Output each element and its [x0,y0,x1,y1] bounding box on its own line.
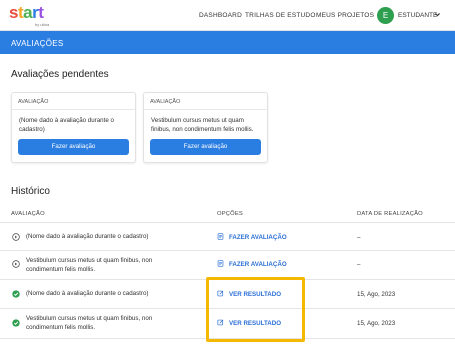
assessment-name: (Nome dado à avaliação durante o cadastr… [26,290,149,297]
nav-trilhas-de-estudo[interactable]: TRILHAS DE ESTUDO [245,12,316,19]
top-navbar: start by ulbra DASHBOARD TRILHAS DE ESTU… [0,0,455,31]
chevron-down-icon[interactable] [434,11,441,18]
divider [0,308,455,309]
pending-status-icon [12,233,20,241]
assessment-name: Vestibulum cursus metus ut quam finibus,… [26,315,153,331]
start-logo[interactable]: start [9,3,44,22]
column-header-opcoes: OPÇÕES [217,211,244,217]
avatar[interactable]: E [377,7,394,24]
card-header: AVALIAÇÃO [12,93,135,110]
ver-resultado-link[interactable]: VER RESULTADO [229,291,281,298]
pending-status-icon [12,260,20,268]
document-icon[interactable] [217,260,224,267]
user-menu-label[interactable]: ESTUDANTE [398,12,437,19]
edit-document-icon[interactable] [217,290,224,297]
pending-card: AVALIAÇÃO (Nome dado à avaliação durante… [11,92,136,163]
edit-document-icon[interactable] [217,319,224,326]
divider [0,338,455,339]
logo-subtitle: by ulbra [35,22,50,27]
assessment-name: (Nome dado à avaliação durante o cadastr… [26,233,149,240]
page-title: AVALIAÇÕES [11,39,64,48]
divider [0,250,455,251]
assessment-name: Vestibulum cursus metus ut quam finibus,… [26,257,153,273]
completion-date: 15, Ago, 2023 [357,320,396,327]
check-circle-icon [12,290,20,298]
completion-date: – [357,261,361,268]
logo-letter: t [38,3,44,22]
nav-meus-projetos[interactable]: MEUS PROJETOS [316,12,374,19]
pending-card: AVALIAÇÃO Vestibulum cursus metus ut qua… [143,92,268,163]
fazer-avaliacao-button[interactable]: Fazer avaliação [150,139,261,155]
card-assessment-name: Vestibulum cursus metus ut quam finibus,… [151,117,254,133]
column-header-avaliacao: AVALIAÇÃO [11,211,45,217]
card-assessment-name: (Nome dado à avaliação durante o cadastr… [19,117,114,133]
ver-resultado-link[interactable]: VER RESULTADO [229,320,281,327]
pending-section-title: Avaliações pendentes [11,69,109,80]
logo-letter: a [23,3,33,22]
card-header: AVALIAÇÃO [144,93,267,110]
nav-dashboard[interactable]: DASHBOARD [199,12,242,19]
completion-date: – [357,234,361,241]
document-icon[interactable] [217,233,224,240]
divider [0,222,455,223]
check-circle-icon [12,319,20,327]
divider [0,279,455,280]
page-header-banner: AVALIAÇÕES [0,31,455,54]
fazer-avaliacao-link[interactable]: FAZER AVALIAÇÃO [229,261,287,268]
completion-date: 15, Ago, 2023 [357,291,396,298]
logo-letter: s [9,3,18,22]
history-section-title: Histórico [11,186,50,197]
column-header-data: DATA DE REALIZAÇÃO [357,211,423,217]
fazer-avaliacao-button[interactable]: Fazer avaliação [18,139,129,155]
fazer-avaliacao-link[interactable]: FAZER AVALIAÇÃO [229,234,287,241]
